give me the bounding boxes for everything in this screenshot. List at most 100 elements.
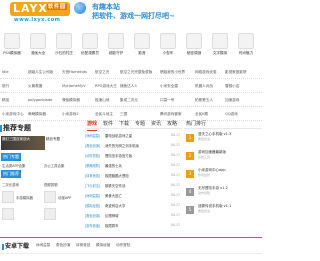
- video-icon: [134, 33, 150, 49]
- rank-item[interactable]: 1 漫天之心手机版 v1.3 角色扮演: [186, 132, 262, 144]
- rank-sub: 系统工具: [198, 155, 211, 159]
- list-item[interactable]: [策略塔防] 最强的士兵 04-17: [85, 161, 182, 170]
- link[interactable]: 小米游戏2: [62, 112, 79, 117]
- link[interactable]: 口袋一号: [160, 98, 174, 103]
- thumbnail-image[interactable]: [44, 191, 56, 203]
- item-date: 04-17: [170, 173, 180, 177]
- item-date: 04-17: [170, 153, 180, 157]
- link[interactable]: 机器人对战: [195, 84, 213, 89]
- item-category: [角色扮演]: [85, 144, 101, 148]
- thumbnail-image[interactable]: [2, 208, 14, 220]
- link[interactable]: 萌萌模拟器: [28, 112, 46, 117]
- link[interactable]: 集成二次元: [120, 98, 138, 103]
- nav-label: 影音: [138, 51, 146, 55]
- item-category: [模拟经营]: [85, 204, 101, 208]
- link[interactable]: 航空之光: [95, 70, 109, 75]
- left-link[interactable]: 手游模拟器: [16, 195, 33, 200]
- thumbnail-image[interactable]: [2, 191, 14, 203]
- left-link[interactable]: 办公工具合集: [44, 163, 64, 168]
- rank-item[interactable]: 2 游戏加速器最新版 系统工具: [186, 150, 262, 162]
- link[interactable]: 小米安全盾: [160, 84, 178, 89]
- left-link[interactable]: 动漫APP: [58, 195, 71, 200]
- tab-topics[interactable]: 专题: [135, 120, 145, 127]
- link[interactable]: 影视家庭影院: [225, 70, 247, 75]
- list-item[interactable]: [赛车竞速] 极限赛车 04-17: [85, 221, 182, 230]
- link[interactable]: 火箭救援: [28, 84, 42, 89]
- link[interactable]: 滑板模拟器: [62, 98, 80, 103]
- tab-download[interactable]: 下载: [119, 120, 129, 127]
- link[interactable]: 加速游戏: [225, 98, 239, 103]
- rank-item[interactable]: 3 小米游戏中心app 休闲益智: [186, 168, 262, 180]
- chip-hot-topic[interactable]: 热门专题: [1, 153, 21, 161]
- link[interactable]: 极速山地: [95, 98, 109, 103]
- left-link[interactable]: 视频剪辑: [44, 182, 58, 187]
- list-item[interactable]: [角色扮演] 消失的光明之剑手机版 04-17: [85, 141, 182, 150]
- nav-label: 时尚魅力: [238, 51, 254, 55]
- footer-tab[interactable]: 休闲益智: [36, 243, 50, 248]
- observer-icon: [82, 33, 98, 49]
- list-item[interactable]: [角色扮演] 幻想神域 04-17: [85, 211, 182, 220]
- tab-software[interactable]: 软件: [103, 120, 113, 127]
- promo-banner[interactable]: 魔幻三国百家战大: [1, 136, 45, 150]
- link[interactable]: 捕鱼达人3: [120, 84, 137, 89]
- rank-item[interactable]: 5 迷雾传说手机版 v1.1 角色扮演: [186, 204, 262, 216]
- list-item[interactable]: [动作冒险] 冒险岛手游官方版 04-17: [85, 151, 182, 160]
- nav-label: 小型车: [162, 51, 174, 55]
- nav-item[interactable]: 超能守护: [106, 33, 126, 56]
- link-row: 精品 polygonblade 滑板模拟器 极速山地 集成二次元 口袋一号 帕斯…: [0, 95, 262, 107]
- item-title: 奇迹商店大亨: [105, 204, 126, 208]
- logo-sub: 软件园: [46, 4, 67, 10]
- link[interactable]: RPG游戏大王: [95, 84, 117, 89]
- nav-label: 秘密调酒: [186, 51, 202, 55]
- footer-tab[interactable]: 角色扮演: [56, 243, 70, 248]
- left-link[interactable]: 生活类APP合集: [2, 163, 25, 168]
- link[interactable]: 超级人生公司版: [28, 70, 53, 75]
- link[interactable]: 天宫Homekids: [62, 70, 87, 75]
- nav-item[interactable]: 秘密调酒: [184, 33, 204, 56]
- footer-tab[interactable]: 模拟经营: [96, 243, 110, 248]
- android-download-section: 安卓下载 休闲益智 角色扮演 体育竞技 模拟经营 动作冒险: [0, 237, 262, 261]
- list-item[interactable]: [体育竞技] 极限跑酷大冒险 04-17: [85, 171, 182, 180]
- comic-icon: [30, 33, 46, 49]
- list-item[interactable]: [模拟经营] 奇迹商店大亨 04-17: [85, 201, 182, 210]
- item-date: 04-17: [170, 213, 180, 217]
- rank-item[interactable]: 4 无尽冒险手游 v1.2 动作冒险: [186, 186, 262, 198]
- link[interactable]: 小米游戏中心: [2, 112, 24, 117]
- list-item[interactable]: [飞行射击] 钢铁天空作战 04-17: [85, 181, 182, 190]
- item-date: 04-17: [170, 183, 180, 187]
- nav-item[interactable]: 文字模拟: [210, 33, 230, 56]
- item-title: 消失的光明之剑手机版: [105, 144, 139, 148]
- link[interactable]: 晒姐我的小世界: [160, 70, 185, 75]
- nav-item[interactable]: 优配观察员: [80, 33, 100, 56]
- site-logo[interactable]: LAYX 软件园 www.lxyx.com: [10, 2, 88, 26]
- link[interactable]: polygonblade: [28, 98, 52, 102]
- thumbnail-image[interactable]: [44, 208, 56, 220]
- link[interactable]: 精品: [2, 98, 9, 103]
- footer-tab[interactable]: 动作冒险: [116, 243, 130, 248]
- left-link[interactable]: 二次元游戏: [2, 182, 19, 187]
- link[interactable]: 雪糕小店: [225, 84, 239, 89]
- chip-hot-recommend[interactable]: 热门推荐: [1, 170, 21, 178]
- nav-item[interactable]: 时尚魅力: [236, 33, 256, 56]
- logo-url: www.lxyx.com: [14, 17, 61, 23]
- nav-item[interactable]: 小型车: [158, 33, 178, 56]
- tab-ranking[interactable]: 热门排行: [186, 120, 206, 127]
- tab-news[interactable]: 资讯: [151, 120, 161, 127]
- footer-tab[interactable]: 体育竞技: [76, 243, 90, 248]
- item-date: 04-17: [170, 143, 180, 147]
- nav-item[interactable]: 影音: [132, 33, 152, 56]
- list-item[interactable]: [休闲益智] 美食大逃亡 04-17: [85, 191, 182, 200]
- link[interactable]: 网络游戏优惠: [195, 70, 217, 75]
- link[interactable]: 旅行: [2, 84, 9, 89]
- tab-guides[interactable]: 攻略: [167, 120, 177, 127]
- nav-item[interactable]: PS4模拟器: [2, 33, 22, 56]
- link[interactable]: 帕斯第五人: [195, 98, 213, 103]
- link[interactable]: 航空之光完整免费版: [120, 70, 152, 75]
- nav-item[interactable]: 沙石的村庄: [54, 33, 74, 56]
- nav-item[interactable]: 漫画大全: [28, 33, 48, 56]
- link[interactable]: Idle: [2, 70, 9, 74]
- promo-banner-2[interactable]: 精品专题: [45, 136, 81, 150]
- link[interactable]: MyHomeMyV: [62, 84, 86, 88]
- list-item[interactable]: [休闲益智] 雷电战机游戏之星 04-17: [85, 131, 182, 140]
- tab-games[interactable]: 游戏: [87, 120, 98, 131]
